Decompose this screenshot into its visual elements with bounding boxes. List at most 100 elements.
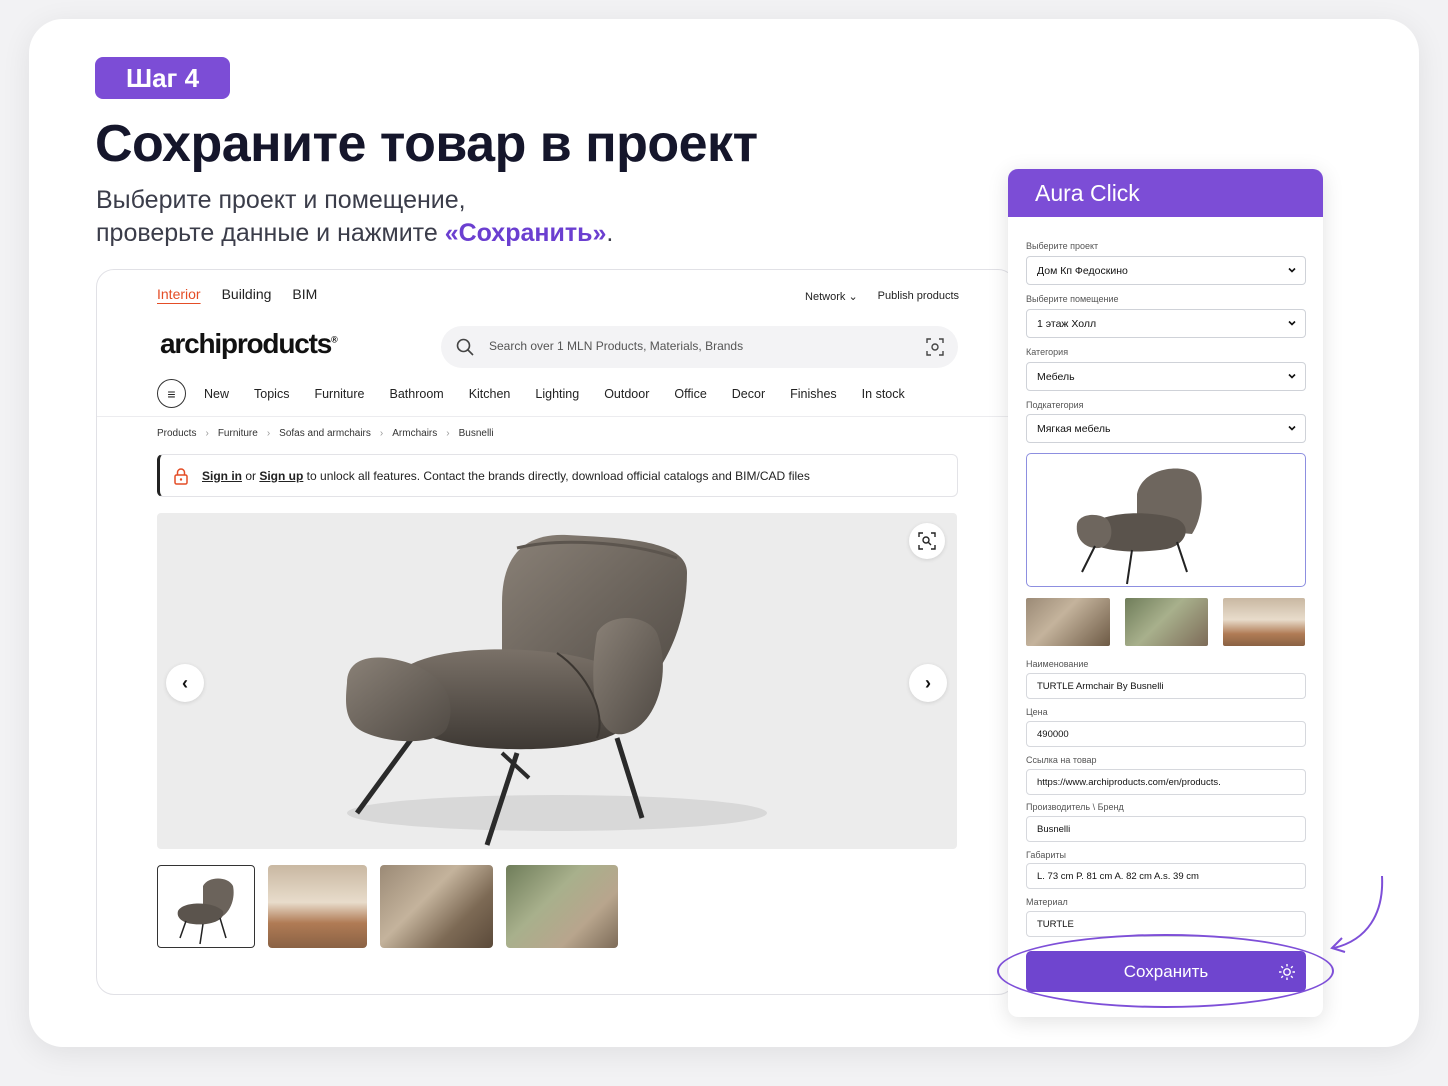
- room-label: Выберите помещение: [1026, 294, 1119, 304]
- publish-products-link[interactable]: Publish products: [878, 290, 959, 303]
- site-logo[interactable]: archiproducts®: [160, 328, 338, 360]
- dimensions-label: Габариты: [1026, 850, 1066, 860]
- category-value: Мебель: [1037, 370, 1075, 383]
- name-field[interactable]: TURTLE Armchair By Busnelli: [1026, 673, 1306, 699]
- page-subtitle: Выберите проект и помещение, проверьте д…: [96, 184, 613, 250]
- subtitle-line-2: проверьте данные и нажмите «Сохранить».: [96, 217, 613, 250]
- thumbnail-4[interactable]: [506, 865, 618, 948]
- brand-field[interactable]: Busnelli: [1026, 816, 1306, 842]
- project-label: Выберите проект: [1026, 241, 1099, 251]
- chevron-down-icon: [1288, 267, 1296, 273]
- crumb-sofas[interactable]: Sofas and armchairs: [279, 428, 371, 439]
- divider: [97, 416, 1015, 417]
- subcategory-select[interactable]: Мягкая мебель: [1026, 414, 1306, 443]
- thumbnail-3[interactable]: [380, 865, 493, 948]
- chevron-right-icon: ›: [205, 428, 209, 439]
- chevron-down-icon: ⌄: [848, 291, 858, 303]
- project-select[interactable]: Дом Кп Федоскино: [1026, 256, 1306, 285]
- preview-thumb-1[interactable]: [1026, 598, 1110, 646]
- crumb-products[interactable]: Products: [157, 428, 196, 439]
- zoom-button[interactable]: [909, 523, 945, 559]
- preview-thumb-2[interactable]: [1125, 598, 1208, 646]
- thumbnail-2[interactable]: [268, 865, 367, 948]
- cat-in-stock[interactable]: In stock: [862, 387, 905, 401]
- subcategory-label: Подкатегория: [1026, 400, 1084, 410]
- network-label: Network: [805, 291, 846, 303]
- chevron-right-icon: ›: [446, 428, 450, 439]
- chevron-right-icon: ›: [379, 428, 384, 439]
- cat-office[interactable]: Office: [674, 387, 706, 401]
- cat-bathroom[interactable]: Bathroom: [389, 387, 443, 401]
- cat-lighting[interactable]: Lighting: [535, 387, 579, 401]
- registered-icon: ®: [331, 334, 338, 345]
- signin-notice: Sign in or Sign up to unlock all feature…: [157, 454, 958, 497]
- chevron-right-icon: ›: [925, 672, 931, 693]
- chevron-down-icon: [1288, 425, 1296, 431]
- crumb-furniture[interactable]: Furniture: [218, 428, 258, 439]
- nav-bim[interactable]: BIM: [292, 286, 317, 302]
- dimensions-field[interactable]: L. 73 cm P. 81 cm A. 82 cm A.s. 39 cm: [1026, 863, 1306, 889]
- notice-rest: to unlock all features. Contact the bran…: [303, 468, 810, 483]
- thumbnail-1[interactable]: [157, 865, 255, 948]
- cat-kitchen[interactable]: Kitchen: [469, 387, 511, 401]
- price-label: Цена: [1026, 707, 1048, 717]
- preview-thumbnails: [1026, 598, 1305, 646]
- armchair-preview-image: [1076, 468, 1202, 585]
- panel-title: Aura Click: [1008, 169, 1323, 217]
- chevron-right-icon: ›: [266, 428, 271, 439]
- sign-in-link[interactable]: Sign in: [202, 469, 242, 483]
- thumbnail-strip: [157, 865, 618, 948]
- nav-interior[interactable]: Interior: [157, 286, 201, 302]
- cat-new[interactable]: New: [204, 387, 229, 401]
- top-nav: Interior Building BIM: [157, 286, 317, 302]
- room-select[interactable]: 1 этаж Холл: [1026, 309, 1306, 338]
- search-bar[interactable]: Search over 1 MLN Products, Materials, B…: [441, 326, 958, 368]
- crumb-busnelli[interactable]: Busnelli: [459, 428, 494, 439]
- highlight-oval: [997, 934, 1334, 1008]
- website-screenshot: Interior Building BIM Network ⌄ Publish …: [96, 269, 1016, 995]
- category-select[interactable]: Мебель: [1026, 362, 1306, 391]
- step-badge: Шаг 4: [95, 57, 230, 99]
- brand-label: Производитель \ Бренд: [1026, 802, 1124, 812]
- logo-text: archiproducts: [160, 328, 332, 359]
- price-field[interactable]: 490000: [1026, 721, 1306, 747]
- subtitle-text: проверьте данные и нажмите: [96, 219, 445, 247]
- preview-thumb-3[interactable]: [1223, 598, 1305, 646]
- link-field[interactable]: https://www.archiproducts.com/en/product…: [1026, 769, 1306, 795]
- subcategory-value: Мягкая мебель: [1037, 422, 1111, 435]
- product-preview[interactable]: [1026, 453, 1306, 587]
- next-image-button[interactable]: ›: [909, 664, 947, 702]
- aura-click-panel: Aura Click Выберите проект Дом Кп Федоск…: [1008, 169, 1323, 1017]
- search-placeholder: Search over 1 MLN Products, Materials, B…: [489, 339, 744, 353]
- room-value: 1 этаж Холл: [1037, 317, 1097, 330]
- cat-finishes[interactable]: Finishes: [790, 387, 837, 401]
- cat-outdoor[interactable]: Outdoor: [604, 387, 649, 401]
- cat-topics[interactable]: Topics: [254, 387, 289, 401]
- top-right-links: Network ⌄ Publish products: [805, 290, 959, 303]
- visual-search-icon[interactable]: [926, 338, 944, 356]
- subtitle-end: .: [606, 219, 614, 247]
- link-label: Ссылка на товар: [1026, 755, 1097, 765]
- menu-icon[interactable]: ≡: [157, 379, 186, 408]
- chevron-down-icon: [1288, 373, 1296, 379]
- page-title: Сохраните товар в проект: [95, 115, 758, 173]
- name-label: Наименование: [1026, 659, 1089, 669]
- zoom-icon: [918, 532, 936, 550]
- prev-image-button[interactable]: ‹: [166, 664, 204, 702]
- category-label: Категория: [1026, 347, 1069, 357]
- crumb-armchairs[interactable]: Armchairs: [392, 428, 437, 439]
- category-nav: ≡ New Topics Furniture Bathroom Kitchen …: [157, 379, 930, 408]
- nav-building[interactable]: Building: [222, 286, 272, 302]
- search-icon: [456, 338, 474, 356]
- notice-text: Sign in or Sign up to unlock all feature…: [202, 469, 810, 483]
- sign-up-link[interactable]: Sign up: [259, 469, 303, 483]
- subtitle-line-1: Выберите проект и помещение,: [96, 186, 466, 214]
- cat-furniture[interactable]: Furniture: [314, 387, 364, 401]
- armchair-thumb-image: [177, 878, 234, 945]
- subtitle-highlight: «Сохранить»: [444, 219, 607, 247]
- cat-decor[interactable]: Decor: [732, 387, 765, 401]
- chevron-down-icon: [1288, 320, 1296, 326]
- breadcrumb: Products › Furniture › Sofas and armchairs…: [157, 428, 494, 439]
- network-dropdown[interactable]: Network ⌄: [805, 290, 858, 303]
- armchair-image: [346, 534, 767, 846]
